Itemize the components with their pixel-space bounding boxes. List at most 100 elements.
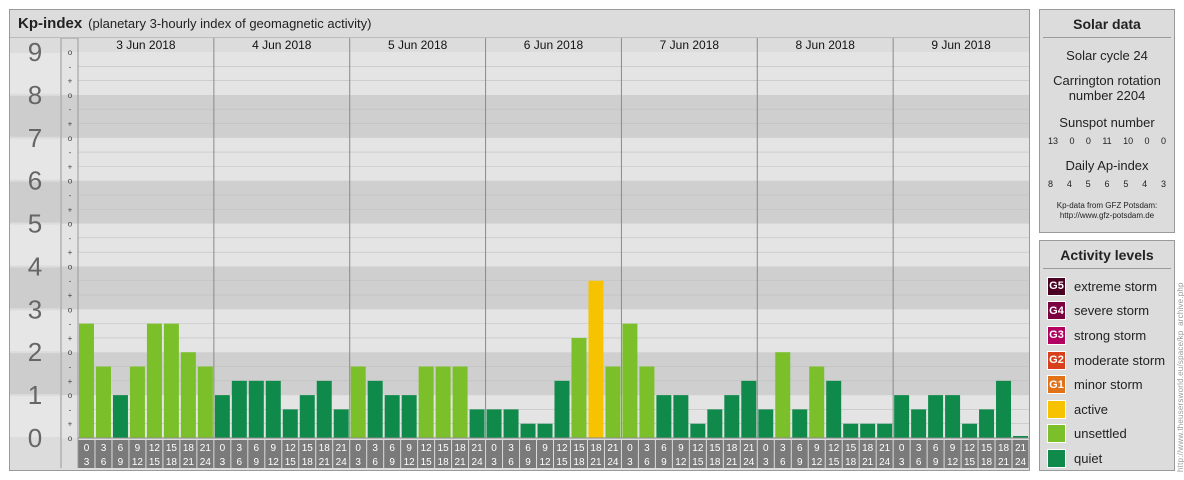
- kp-bar: [350, 366, 366, 438]
- interval-start-label: 12: [964, 443, 976, 454]
- interval-end-label: 12: [404, 457, 416, 468]
- minor-tick-label: +: [68, 420, 73, 429]
- kp-band: [61, 266, 1029, 310]
- chart-title: Kp-index: [18, 15, 83, 32]
- solar-cycle: Solar cycle 24: [1066, 48, 1148, 63]
- interval-start-label: 6: [118, 443, 124, 454]
- legend-item: active: [1040, 397, 1174, 422]
- legend-swatch: [1047, 424, 1066, 444]
- legend-swatch: G4: [1047, 301, 1066, 321]
- interval-end-label: 21: [455, 457, 467, 468]
- kp-bar: [486, 409, 502, 438]
- kp-bar: [911, 409, 927, 438]
- interval-end-label: 9: [661, 457, 667, 468]
- kp-bar: [231, 380, 247, 438]
- y-tick-label: 6: [28, 166, 42, 196]
- interval-end-label: 18: [845, 457, 857, 468]
- minor-tick-label: -: [69, 105, 72, 114]
- interval-end-label: 9: [933, 457, 939, 468]
- legend-swatch: G5: [1047, 276, 1066, 296]
- minor-tick-label: -: [69, 320, 72, 329]
- interval-end-label: 24: [336, 457, 348, 468]
- legend-item: G1 minor storm: [1040, 372, 1174, 397]
- legend-label: severe storm: [1074, 303, 1150, 319]
- day-label: 7 Jun 2018: [660, 38, 720, 52]
- interval-start-label: 9: [271, 443, 277, 454]
- interval-start-label: 9: [678, 443, 684, 454]
- kp-bar: [724, 395, 740, 438]
- interval-start-label: 15: [573, 443, 585, 454]
- y-tick-label: 1: [28, 380, 42, 410]
- minor-tick-label: -: [69, 363, 72, 372]
- legend-swatch: [1047, 448, 1066, 468]
- sunspot-value: 0: [1085, 136, 1091, 146]
- kp-band: [61, 94, 1029, 138]
- interval-start-label: 0: [220, 443, 226, 454]
- solar-data-panel: Solar data Solar cycle 24 Carrington rot…: [1039, 9, 1175, 233]
- kp-bar: [571, 337, 587, 438]
- credit-line-1: Kp-data from GFZ Potsdam:: [1056, 201, 1158, 210]
- kp-bar: [180, 352, 196, 438]
- activity-levels-title: Activity levels: [1043, 241, 1171, 269]
- minor-tick-label: +: [68, 205, 73, 214]
- interval-end-label: 15: [828, 457, 840, 468]
- interval-start-label: 0: [491, 443, 497, 454]
- kp-bar: [282, 409, 298, 438]
- kp-bar: [588, 280, 604, 438]
- minor-tick-label: -: [69, 277, 72, 286]
- interval-end-label: 9: [389, 457, 395, 468]
- kp-bar: [962, 423, 978, 438]
- kp-bar: [418, 366, 434, 438]
- interval-end-label: 6: [101, 457, 107, 468]
- interval-start-label: 12: [692, 443, 704, 454]
- minor-tick-label: -: [69, 62, 72, 71]
- kp-bar: [435, 366, 451, 438]
- legend-swatch: G1: [1047, 375, 1066, 395]
- kp-bar: [79, 323, 94, 438]
- interval-end-label: 15: [421, 457, 433, 468]
- kp-bar: [197, 366, 213, 438]
- sunspot-value: 0: [1144, 136, 1150, 146]
- minor-tick-label: o: [68, 262, 73, 271]
- interval-end-label: 24: [607, 457, 619, 468]
- kp-bar: [792, 409, 808, 438]
- credit-line-2: http://www.gfz-potsdam.de: [1059, 211, 1155, 220]
- kp-bar: [877, 423, 893, 438]
- interval-end-label: 3: [899, 457, 905, 468]
- interval-start-label: 21: [607, 443, 619, 454]
- interval-end-label: 18: [438, 457, 450, 468]
- sunspot-value: 13: [1048, 136, 1059, 146]
- interval-end-label: 12: [947, 457, 959, 468]
- sunspot-value: 0: [1069, 136, 1075, 146]
- interval-end-label: 6: [780, 457, 786, 468]
- interval-end-label: 6: [372, 457, 378, 468]
- minor-tick-label: +: [68, 291, 73, 300]
- interval-start-label: 9: [542, 443, 548, 454]
- minor-tick-label: +: [68, 162, 73, 171]
- interval-start-label: 3: [237, 443, 243, 454]
- minor-tick-label: +: [68, 248, 73, 257]
- minor-tick-label: o: [68, 391, 73, 400]
- data-credit: Kp-data from GFZ Potsdam: http://www.gfz…: [1040, 201, 1174, 221]
- minor-tick-label: +: [68, 334, 73, 343]
- interval-start-label: 3: [101, 443, 107, 454]
- interval-start-label: 18: [590, 443, 602, 454]
- interval-start-label: 9: [406, 443, 412, 454]
- ap-index-value: 6: [1104, 179, 1110, 189]
- interval-start-label: 6: [797, 443, 803, 454]
- interval-end-label: 15: [556, 457, 568, 468]
- activity-levels-panel: Activity levels G5 extreme storm G4 severe …: [1039, 240, 1175, 471]
- day-label: 4 Jun 2018: [252, 38, 312, 52]
- interval-end-label: 12: [539, 457, 551, 468]
- legend-item: G2 moderate storm: [1040, 348, 1174, 373]
- minor-tick-label: o: [68, 134, 73, 143]
- minor-tick-label: +: [68, 119, 73, 128]
- interval-end-label: 3: [763, 457, 769, 468]
- y-tick-label: 9: [28, 37, 42, 67]
- interval-start-label: 12: [828, 443, 840, 454]
- interval-start-label: 18: [183, 443, 195, 454]
- interval-start-label: 15: [845, 443, 857, 454]
- kp-bar: [741, 380, 757, 438]
- kp-bar: [401, 395, 417, 438]
- legend-item: unsettled: [1040, 422, 1174, 447]
